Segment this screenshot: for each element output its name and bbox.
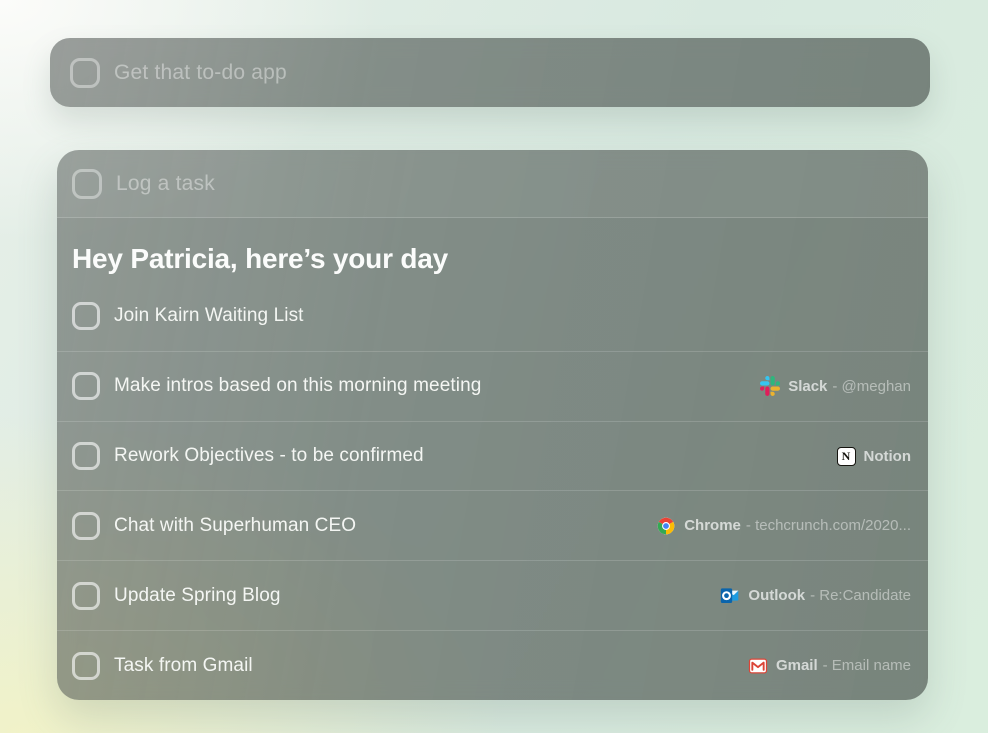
task-checkbox[interactable] — [72, 302, 100, 330]
task-row[interactable]: Rework Objectives - to be confirmed N No… — [57, 421, 928, 491]
notion-icon: N — [837, 447, 856, 466]
quick-add-checkbox[interactable] — [70, 58, 100, 88]
task-title: Join Kairn Waiting List — [114, 305, 304, 327]
task-title: Make intros based on this morning meetin… — [114, 375, 481, 397]
source-app-name: Slack — [788, 378, 827, 395]
task-title: Rework Objectives - to be confirmed — [114, 445, 424, 467]
task-row[interactable]: Make intros based on this morning meetin… — [57, 351, 928, 421]
source-app-name: Notion — [864, 448, 911, 465]
source-app-name: Outlook — [748, 587, 805, 604]
source-app-name: Gmail — [776, 657, 818, 674]
source-detail: - @meghan — [832, 378, 911, 395]
task-checkbox[interactable] — [72, 512, 100, 540]
task-title: Chat with Superhuman CEO — [114, 515, 356, 537]
task-row[interactable]: Join Kairn Waiting List — [57, 282, 928, 351]
task-list: Join Kairn Waiting List Make intros base… — [57, 282, 928, 700]
task-source[interactable]: Chrome - techcrunch.com/2020... — [656, 516, 911, 536]
task-checkbox[interactable] — [72, 652, 100, 680]
chrome-icon — [656, 516, 676, 536]
source-detail: - Email name — [823, 657, 911, 674]
slack-icon — [760, 376, 780, 396]
source-detail: - techcrunch.com/2020... — [746, 517, 911, 534]
quick-add-placeholder: Get that to-do app — [114, 61, 287, 85]
task-source[interactable]: Outlook - Re:Candidate — [720, 586, 911, 606]
task-row[interactable]: Update Spring Blog Outlook - Re:Candidat… — [57, 560, 928, 630]
source-app-name: Chrome — [684, 517, 741, 534]
task-checkbox[interactable] — [72, 582, 100, 610]
task-row[interactable]: Chat with Superhuman CEO Chrome - techcr… — [57, 490, 928, 560]
quick-add-bar[interactable]: Get that to-do app — [50, 38, 930, 107]
source-detail: - Re:Candidate — [810, 587, 911, 604]
task-title: Task from Gmail — [114, 655, 253, 677]
task-checkbox[interactable] — [72, 372, 100, 400]
task-source[interactable]: Slack - @meghan — [760, 376, 911, 396]
log-task-checkbox[interactable] — [72, 169, 102, 199]
task-source[interactable]: N Notion — [837, 447, 911, 466]
log-task-input[interactable]: Log a task — [57, 150, 928, 218]
today-panel: Log a task Hey Patricia, here’s your day… — [57, 150, 928, 700]
task-checkbox[interactable] — [72, 442, 100, 470]
task-row[interactable]: Task from Gmail Gmail - Email name — [57, 630, 928, 700]
gmail-icon — [748, 656, 768, 676]
outlook-icon — [720, 586, 740, 606]
log-task-placeholder: Log a task — [116, 172, 215, 196]
greeting-heading: Hey Patricia, here’s your day — [72, 243, 912, 275]
app-window: Get that to-do app Log a task Hey Patric… — [0, 0, 988, 733]
task-title: Update Spring Blog — [114, 585, 281, 607]
task-source[interactable]: Gmail - Email name — [748, 656, 911, 676]
